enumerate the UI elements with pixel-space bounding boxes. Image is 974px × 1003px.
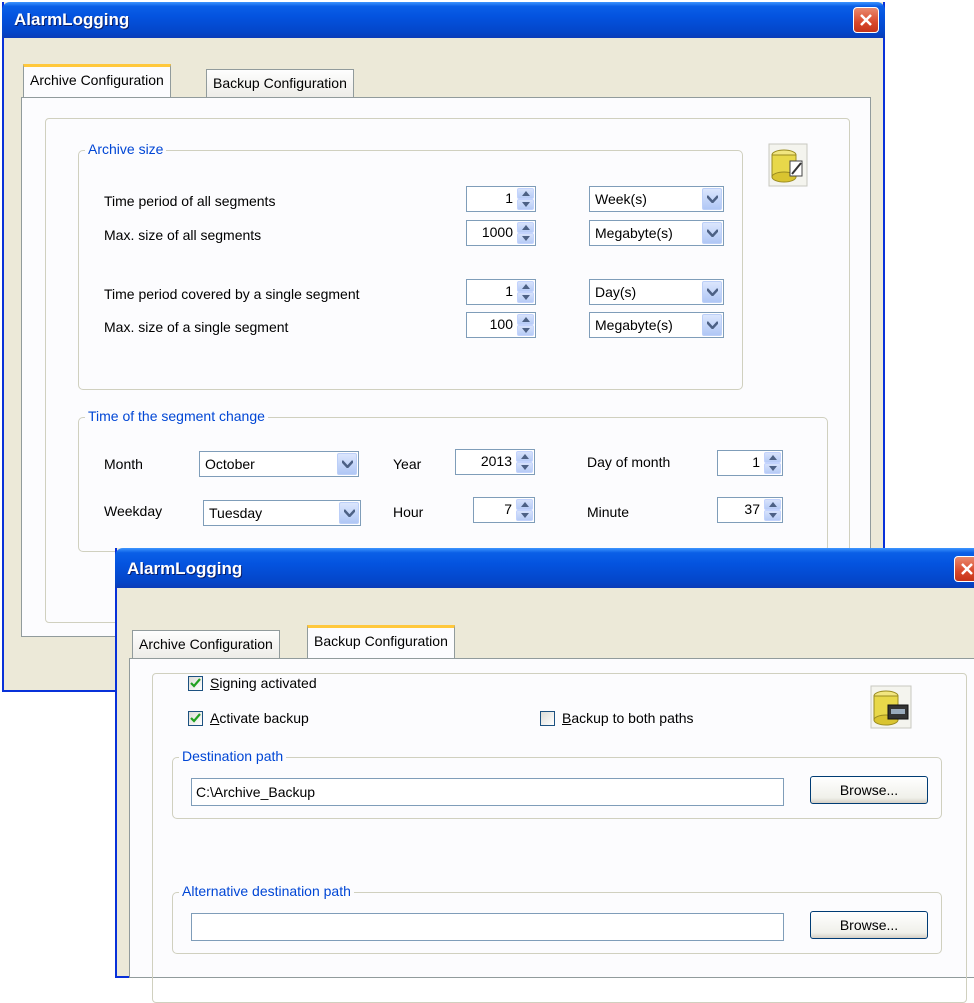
browse-button[interactable]: Browse... [810, 911, 928, 939]
segment-change-group: Time of the segment change Month October… [78, 408, 828, 552]
activate-backup-checkbox[interactable] [188, 711, 203, 726]
browse-button[interactable]: Browse... [810, 776, 928, 804]
backup-both-paths-label[interactable]: Backup to both paths [562, 710, 694, 726]
spinner-value: 37 [744, 501, 760, 517]
dropdown-arrow-icon[interactable] [337, 453, 357, 475]
row-label: Time period covered by a single segment [104, 286, 360, 302]
day-of-month-label: Day of month [587, 454, 671, 470]
spin-arrows-icon[interactable] [516, 499, 533, 521]
spinner-value: 1 [752, 454, 760, 470]
spin-arrows-icon[interactable] [764, 499, 781, 521]
title-bar[interactable]: AlarmLogging [2, 2, 885, 38]
row-label: Time period of all segments [104, 193, 276, 209]
spinner-value: 100 [489, 316, 513, 332]
spin-arrows-icon[interactable] [517, 281, 534, 303]
archive-edit-icon [768, 143, 808, 191]
spinner-value: 7 [504, 501, 512, 517]
row-label: Max. size of a single segment [104, 319, 289, 335]
time-period-single-unit[interactable]: Day(s) [589, 279, 724, 305]
dropdown-arrow-icon[interactable] [339, 502, 359, 524]
signing-activated-label[interactable]: Signing activated [210, 675, 317, 691]
combo-value: Week(s) [595, 191, 647, 207]
spin-arrows-icon[interactable] [517, 188, 534, 210]
minute-label: Minute [587, 504, 630, 520]
spin-arrows-icon[interactable] [517, 314, 534, 336]
spinner-value: 1 [505, 283, 513, 299]
alternative-path-input[interactable] [191, 913, 784, 941]
tab-archive-configuration[interactable]: Archive Configuration [132, 630, 280, 660]
minute-spinner[interactable]: 37 [717, 497, 783, 523]
close-icon [860, 14, 872, 26]
time-period-all-unit[interactable]: Week(s) [589, 186, 724, 212]
day-of-month-spinner[interactable]: 1 [717, 450, 783, 476]
spin-arrows-icon[interactable] [764, 452, 781, 474]
archive-size-legend: Archive size [85, 141, 167, 157]
weekday-label: Weekday [104, 503, 163, 519]
close-button[interactable] [954, 556, 974, 582]
tab-archive-configuration[interactable]: Archive Configuration [23, 64, 171, 98]
backup-both-paths-checkbox[interactable] [540, 711, 555, 726]
combo-value: Day(s) [595, 284, 637, 300]
combo-value: Tuesday [209, 505, 263, 521]
tab-backup-configuration[interactable]: Backup Configuration [307, 625, 455, 659]
dialog-backup-config: AlarmLogging Archive Configuration Backu… [115, 548, 974, 1003]
month-combo[interactable]: October [199, 451, 359, 477]
destination-path-legend: Destination path [179, 748, 287, 764]
dropdown-arrow-icon[interactable] [702, 314, 722, 336]
dropdown-arrow-icon[interactable] [702, 188, 722, 210]
row-label: Max. size of all segments [104, 227, 262, 243]
hour-label: Hour [393, 504, 424, 520]
year-spinner[interactable]: 2013 [455, 449, 535, 475]
alternative-path-legend: Alternative destination path [179, 883, 354, 899]
max-size-all-unit[interactable]: Megabyte(s) [589, 220, 724, 246]
time-period-all-spinner[interactable]: 1 [466, 186, 536, 212]
tab-panel: Signing activated Activate backup Backup… [129, 658, 974, 1003]
close-icon [961, 563, 973, 575]
checkmark-icon [190, 678, 201, 688]
signing-activated-checkbox[interactable] [188, 676, 203, 691]
spin-arrows-icon[interactable] [516, 451, 533, 473]
destination-path-group: Destination path C:\Archive_Backup Brows… [172, 748, 942, 819]
year-label: Year [393, 456, 422, 472]
dropdown-arrow-icon[interactable] [702, 222, 722, 244]
tab-label: Backup Configuration [213, 75, 347, 91]
spinner-value: 2013 [480, 453, 512, 469]
title-bar[interactable]: AlarmLogging [115, 548, 974, 588]
spinner-value: 1 [505, 190, 513, 206]
window-title: AlarmLogging [127, 559, 243, 578]
weekday-combo[interactable]: Tuesday [203, 500, 361, 526]
spinner-value: 1000 [481, 224, 513, 240]
archive-backup-icon [870, 685, 912, 733]
tab-label: Backup Configuration [314, 633, 448, 649]
activate-backup-label[interactable]: Activate backup [210, 710, 309, 726]
segment-change-legend: Time of the segment change [85, 408, 268, 424]
close-button[interactable] [853, 7, 879, 33]
window-title: AlarmLogging [14, 10, 130, 29]
dropdown-arrow-icon[interactable] [702, 281, 722, 303]
tab-label: Archive Configuration [30, 72, 164, 88]
combo-value: October [205, 456, 255, 472]
archive-size-group: Archive size Time period of all segments… [78, 141, 743, 390]
time-period-single-spinner[interactable]: 1 [466, 279, 536, 305]
month-label: Month [104, 456, 143, 472]
tab-label: Archive Configuration [139, 636, 273, 652]
tab-backup-configuration[interactable]: Backup Configuration [206, 69, 354, 99]
max-size-single-spinner[interactable]: 100 [466, 312, 536, 338]
spin-arrows-icon[interactable] [517, 222, 534, 244]
checkmark-icon [190, 713, 201, 723]
hour-spinner[interactable]: 7 [473, 497, 535, 523]
alternative-path-group: Alternative destination path Browse... [172, 883, 942, 954]
max-size-all-spinner[interactable]: 1000 [466, 220, 536, 246]
destination-path-input[interactable]: C:\Archive_Backup [191, 778, 784, 806]
max-size-single-unit[interactable]: Megabyte(s) [589, 312, 724, 338]
combo-value: Megabyte(s) [595, 225, 673, 241]
combo-value: Megabyte(s) [595, 317, 673, 333]
